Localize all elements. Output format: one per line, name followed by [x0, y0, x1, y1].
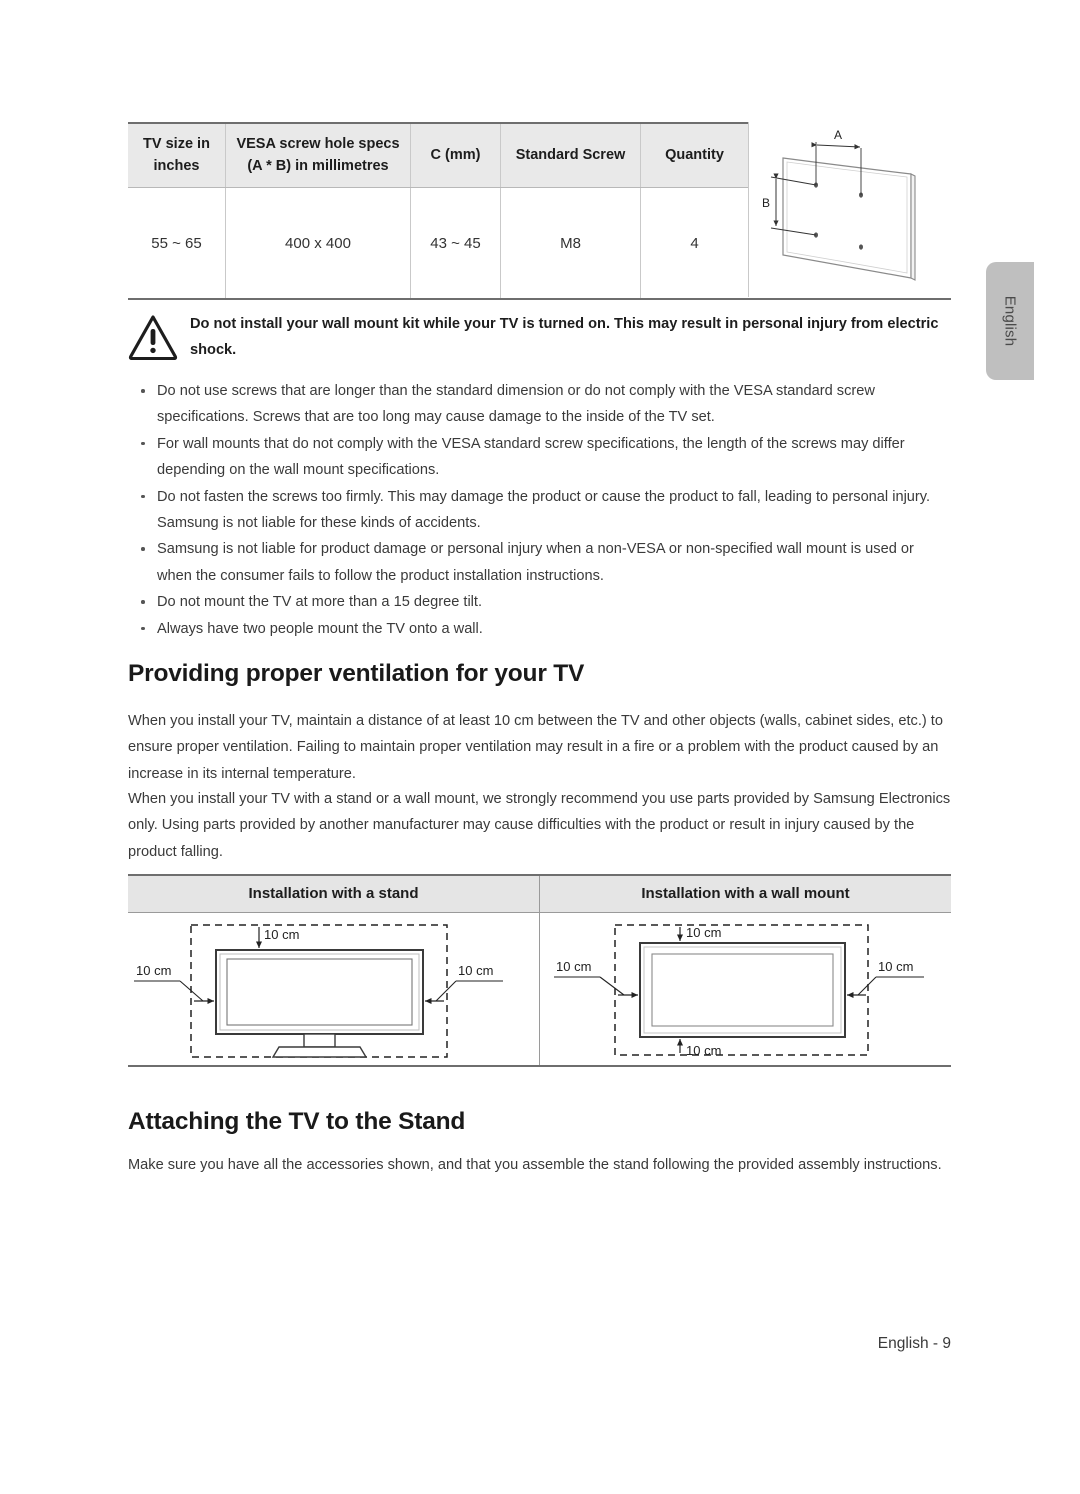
- list-item-text: For wall mounts that do not comply with …: [157, 435, 905, 479]
- attaching-paragraph: Make sure you have all the accessories s…: [128, 1157, 942, 1173]
- list-item: Do not fasten the screws too firmly. Thi…: [128, 484, 951, 537]
- wall-top-clearance-label: 10 cm: [686, 925, 721, 940]
- installation-stand-cell: 10 cm 10 cm 10 cm: [128, 913, 539, 1065]
- list-item-text: Do not mount the TV at more than a 15 de…: [157, 594, 483, 611]
- stand-top-clearance-label: 10 cm: [264, 927, 299, 942]
- tv-wall-mount-clearance-diagram: 10 cm 10 cm 10 cm 10 cm: [554, 924, 924, 1058]
- header-quantity: Quantity: [640, 124, 748, 187]
- stand-right-clearance-label: 10 cm: [458, 963, 493, 978]
- list-item: Always have two people mount the TV onto…: [128, 616, 951, 642]
- list-item: Samsung is not liable for product damage…: [128, 536, 951, 589]
- tv-stand-clearance-diagram: 10 cm 10 cm 10 cm: [134, 924, 503, 1058]
- bullet-dot-icon: [141, 389, 145, 393]
- warning-text: Do not install your wall mount kit while…: [190, 316, 939, 358]
- bullet-dot-icon: [141, 494, 145, 499]
- header-installation-wall-mount: Installation with a wall mount: [539, 876, 951, 912]
- bullet-dot-icon: [141, 547, 145, 552]
- header-tv-size-line2: inches: [153, 157, 200, 174]
- list-item: Do not mount the TV at more than a 15 de…: [128, 589, 951, 615]
- list-item: Do not use screws that are longer than t…: [128, 378, 951, 431]
- cautions-list: Do not use screws that are longer than t…: [128, 378, 951, 642]
- header-tv-size: TV size in inches: [128, 124, 225, 187]
- wall-bottom-clearance-label: 10 cm: [686, 1043, 721, 1058]
- header-vesa-specs-line1: VESA screw hole specs: [236, 136, 400, 153]
- manual-page: English TV size in inches VESA screw hol…: [0, 0, 1080, 1494]
- installation-wall-mount-cell: 10 cm 10 cm 10 cm 10 cm: [539, 913, 951, 1065]
- dimension-label-b: B: [762, 196, 770, 210]
- dimension-label-a: A: [834, 128, 842, 142]
- bullet-dot-icon: [141, 626, 145, 631]
- header-vesa-specs: VESA screw hole specs (A * B) in millime…: [225, 124, 410, 187]
- header-standard-screw: Standard Screw: [500, 124, 640, 187]
- page-title-attaching: Attaching the TV to the Stand: [128, 1108, 466, 1135]
- warning-block: Do not install your wall mount kit while…: [128, 310, 951, 364]
- ventilation-paragraph-1: When you install your TV, maintain a dis…: [128, 713, 943, 782]
- language-side-tab: English: [986, 262, 1034, 380]
- header-vesa-specs-line2: (A * B) in millimetres: [247, 157, 389, 174]
- header-installation-stand: Installation with a stand: [248, 885, 419, 902]
- installation-table: Installation with a stand Installation w…: [128, 874, 951, 1067]
- cell-tv-size: 55 ~ 65: [151, 234, 202, 252]
- bullet-dot-icon: [141, 441, 145, 446]
- cell-quantity: 4: [640, 188, 748, 298]
- installation-table-header-row: Installation with a stand Installation w…: [128, 876, 951, 913]
- page-title-ventilation: Providing proper ventilation for your TV: [128, 660, 585, 687]
- list-item-text: Do not fasten the screws too firmly. Thi…: [157, 488, 931, 532]
- wall-left-clearance-label: 10 cm: [556, 959, 591, 974]
- list-item-text: Do not use screws that are longer than t…: [157, 383, 875, 426]
- cell-vesa: 400 x 400: [225, 188, 410, 298]
- language-side-tab-label: English: [1001, 295, 1019, 347]
- stand-left-clearance-label: 10 cm: [136, 963, 171, 978]
- list-item-text: Samsung is not liable for product damage…: [157, 541, 914, 584]
- cell-standard-screw: M8: [500, 188, 640, 298]
- page-footer-label: English - 9: [877, 1335, 951, 1352]
- header-tv-size-line1: TV size in: [143, 136, 210, 153]
- list-item-text: Always have two people mount the TV onto…: [157, 620, 483, 637]
- tv-back-panel-vesa-diagram: A B: [748, 122, 951, 297]
- warning-triangle-icon: [128, 310, 190, 360]
- bullet-dot-icon: [141, 600, 145, 604]
- cell-c-mm: 43 ~ 45: [410, 188, 500, 298]
- header-c-mm: C (mm): [410, 124, 500, 187]
- wall-right-clearance-label: 10 cm: [878, 959, 913, 974]
- ventilation-paragraph-2: When you install your TV with a stand or…: [128, 791, 951, 860]
- list-item: For wall mounts that do not comply with …: [128, 431, 951, 484]
- installation-table-body-row: 10 cm 10 cm 10 cm 10 cm 10 cm 10 cm 10 c…: [128, 913, 951, 1065]
